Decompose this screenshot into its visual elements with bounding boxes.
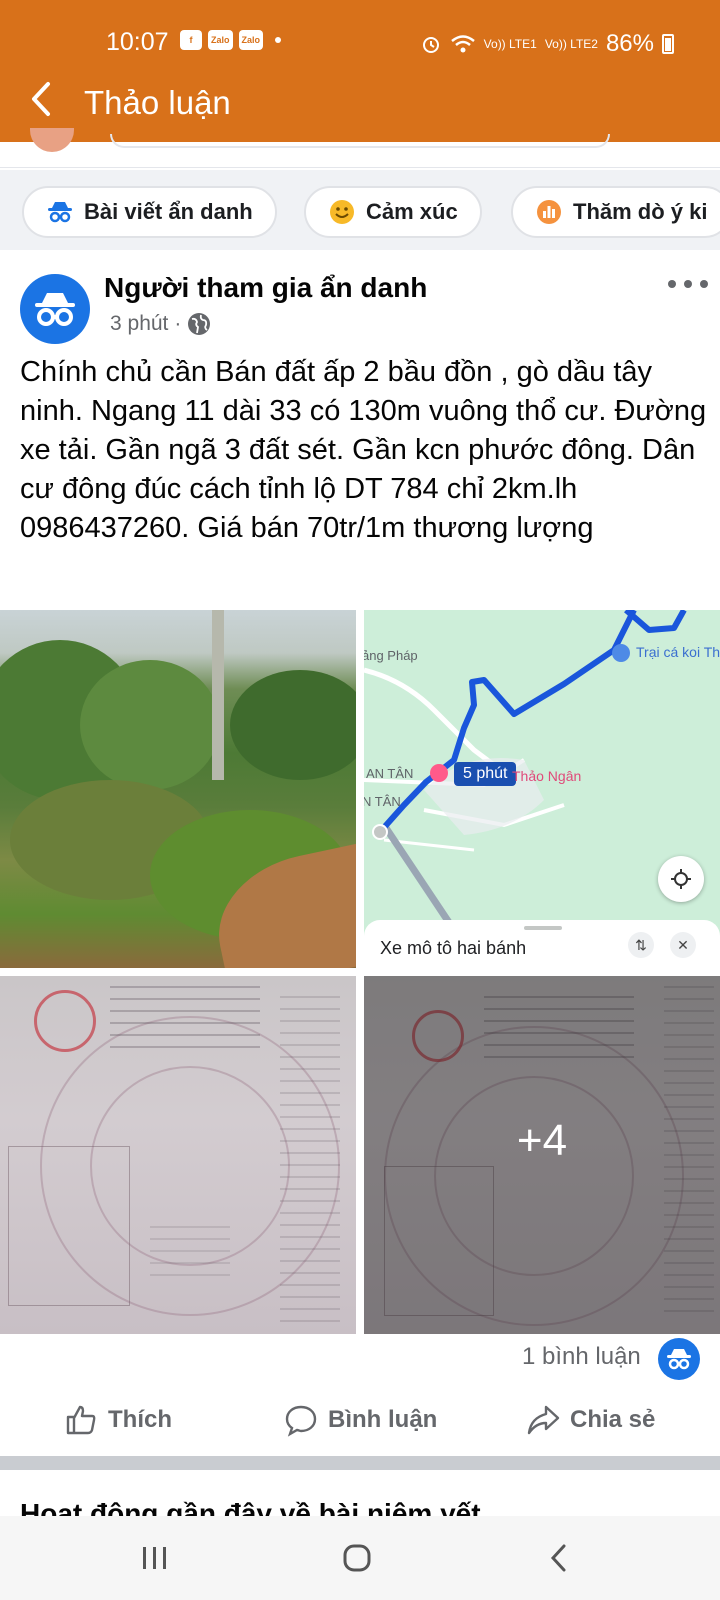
post-body: Chính chủ cần Bán đất ấp 2 bầu đồn , gò … — [20, 356, 707, 544]
photo-land[interactable] — [0, 610, 356, 968]
poi-label: Trại cá koi Th — [636, 644, 720, 660]
wifi-icon — [450, 35, 475, 53]
thumbs-up-icon — [66, 1405, 96, 1435]
composer-remnant — [0, 128, 720, 168]
notification-icons: f Zalo Zalo — [180, 30, 282, 50]
poll-icon — [535, 198, 563, 226]
comment-count[interactable]: 1 bình luận — [522, 1343, 641, 1371]
back-arrow-icon[interactable] — [26, 78, 60, 120]
share-button[interactable]: Chia sẻ — [526, 1388, 655, 1452]
foliage-shape — [230, 670, 356, 780]
battery-percent: 86% — [605, 30, 654, 57]
post-type-chips: Bài viết ẩn danh Cảm xúc Thăm dò ý ki — [0, 170, 720, 250]
sim1-signal: Vo)) LTE1 — [483, 37, 537, 51]
doc-text-lines — [280, 996, 340, 1326]
globe-icon — [188, 313, 211, 335]
photo-document[interactable] — [0, 976, 356, 1334]
user-avatar — [30, 128, 74, 152]
poi-marker-icon — [430, 764, 448, 782]
crosshair-icon — [671, 869, 691, 889]
zalo-icon: Zalo — [238, 30, 264, 50]
incognito-icon — [46, 198, 74, 226]
foliage-shape — [80, 660, 220, 790]
close-icon: ✕ — [670, 932, 696, 958]
home-icon[interactable] — [332, 1536, 382, 1580]
my-location-button[interactable] — [658, 856, 704, 902]
alarm-icon — [422, 37, 439, 53]
map-bottom-sheet: Xe mô tô hai bánh ⇅ ✕ — [364, 920, 720, 968]
chip-label: Cảm xúc — [366, 199, 458, 224]
page-title: Thảo luận — [84, 84, 231, 121]
route-options-icon: ⇅ — [628, 932, 654, 958]
photo-more[interactable]: +4 — [364, 976, 720, 1334]
chip-label: Thăm dò ý ki — [573, 199, 708, 224]
incognito-icon — [35, 293, 75, 326]
battery-icon — [662, 34, 674, 54]
like-button[interactable]: Thích — [64, 1388, 172, 1452]
system-nav-bar — [0, 1516, 720, 1600]
facebook-icon: f — [180, 30, 202, 50]
anonymous-avatar[interactable] — [20, 274, 90, 344]
map-label: AN TÂN — [366, 766, 414, 781]
recent-apps-icon[interactable] — [130, 1536, 180, 1580]
system-status: Vo)) LTE1 Vo)) LTE2 86% — [420, 30, 674, 58]
eta-badge: 5 phút — [454, 762, 517, 786]
like-label: Thích — [108, 1406, 172, 1433]
poi-label: Thảo Ngân — [512, 768, 582, 784]
comment-button[interactable]: Bình luận — [284, 1388, 437, 1452]
post-time[interactable]: 3 phút — [110, 312, 168, 336]
poi-marker-icon — [612, 644, 630, 662]
more-notifications-dot-icon — [275, 37, 282, 43]
composer-input[interactable] — [110, 134, 610, 148]
post-author[interactable]: Người tham gia ẩn danh — [104, 272, 427, 304]
comment-label: Bình luận — [328, 1406, 438, 1433]
chip-label: Bài viết ẩn danh — [84, 199, 253, 224]
more-options-icon[interactable] — [668, 280, 708, 292]
more-photos-count: +4 — [516, 1116, 568, 1165]
red-seal-stamp — [34, 990, 96, 1052]
section-divider — [0, 1456, 720, 1470]
travel-mode: Xe mô tô hai bánh — [380, 938, 527, 958]
doc-text-lines — [110, 986, 260, 1056]
smiley-icon — [328, 198, 356, 226]
post-meta: 3 phút · — [110, 312, 211, 336]
doc-diagram-box — [8, 1146, 130, 1306]
chip-poll[interactable]: Thăm dò ý ki — [511, 186, 720, 238]
chip-anonymous-post[interactable]: Bài viết ẩn danh — [22, 186, 277, 238]
share-label: Chia sẻ — [570, 1406, 656, 1433]
comment-bubble-icon — [285, 1405, 317, 1437]
sheet-handle — [524, 926, 562, 930]
app-bar: Thảo luận — [0, 60, 720, 142]
photo-map[interactable]: ảng Pháp AN TÂN N TÂN Trại cá koi Th 5 p… — [364, 610, 720, 968]
sim2-signal: Vo)) LTE2 — [544, 37, 598, 51]
map-label: ảng Pháp — [364, 648, 418, 663]
map-canvas — [364, 610, 687, 932]
share-arrow-icon — [527, 1405, 560, 1435]
chip-feeling[interactable]: Cảm xúc — [304, 186, 482, 238]
back-nav-icon[interactable] — [534, 1536, 584, 1580]
map-label: N TÂN — [364, 794, 401, 809]
doc-text-lines — [150, 1226, 230, 1286]
incognito-icon — [667, 1349, 691, 1370]
utility-pole — [212, 610, 224, 780]
post-actions: Thích Bình luận Chia sẻ — [0, 1388, 720, 1452]
zalo-icon: Zalo — [208, 30, 233, 50]
meta-separator: · — [174, 312, 182, 335]
commenter-avatar — [658, 1338, 700, 1380]
status-time: 10:07 — [106, 28, 169, 56]
